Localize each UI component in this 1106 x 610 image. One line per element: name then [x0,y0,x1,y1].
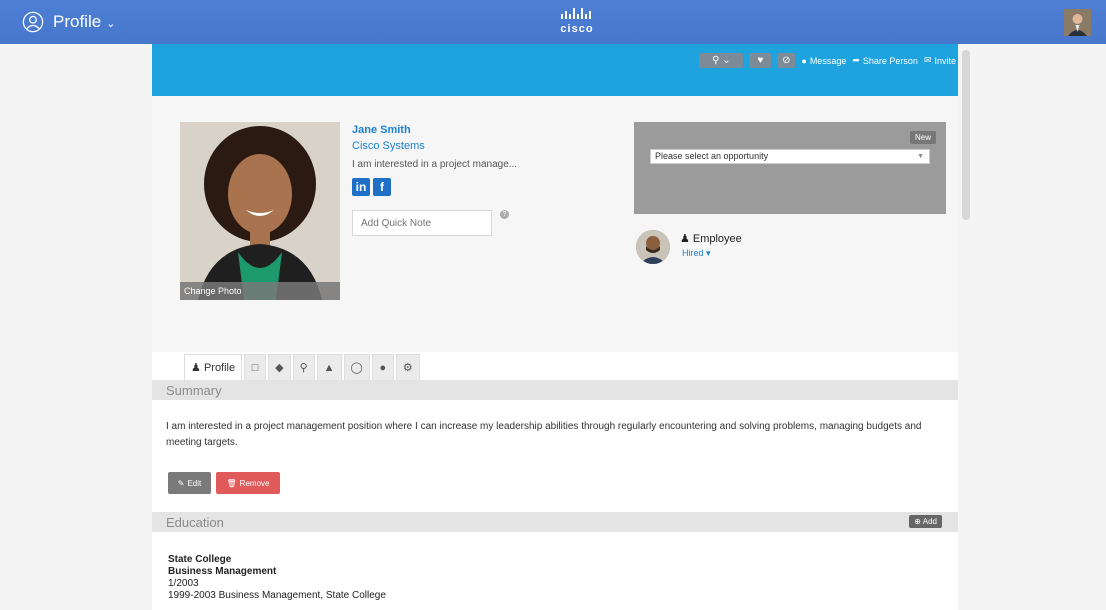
education-section-header: Education ⊕ Add [152,512,958,532]
tab-history[interactable]: ◯ [343,354,370,380]
tab-endorsements[interactable]: ▲ [316,354,342,380]
tab-pins[interactable]: ⚲ [292,354,315,380]
opportunity-select-value: Please select an opportunity [655,151,769,161]
summary-section-header: Summary [152,380,958,400]
hired-status-label: Hired [682,248,704,258]
opportunity-select[interactable]: Please select an opportunity ▼ [650,149,930,164]
social-links: in f [352,178,391,196]
profile-tabs: ♟ Profile □ ◆ ⚲ ▲ ◯ ● ⚙ [184,354,422,380]
person-headline: I am interested in a project manage... [352,159,518,170]
message-link[interactable]: ● Message [801,56,846,66]
cisco-logo-text: cisco [560,23,594,35]
profile-card: ⚲ ⌄ ♥ ⊘ ● Message ➦ Share Person ✉ Invit… [152,44,958,610]
summary-title: Summary [166,383,222,398]
edit-button[interactable]: ✎ Edit [168,472,211,494]
favorite-button[interactable]: ♥ [749,53,772,68]
clock-icon: ◯ [350,362,363,374]
top-bar: Profile ⌄ cisco [0,0,1106,44]
chevron-down-icon: ▼ [917,153,924,160]
user-circle-icon [22,11,44,33]
linkedin-icon[interactable]: in [352,178,370,196]
tab-settings[interactable]: ⚙ [395,354,420,380]
add-education-button[interactable]: ⊕ Add [909,515,942,528]
new-opportunity-button[interactable]: New [909,131,936,144]
share-person-link[interactable]: ➦ Share Person [852,55,918,66]
edit-label: Edit [187,478,202,488]
share-label: Share Person [862,55,918,66]
heart-icon: ♥ [757,55,764,66]
tag-icon: ◆ [275,362,284,374]
education-school: State College [168,554,232,565]
ban-icon: ⊘ [782,55,791,66]
invite-link[interactable]: ✉ Invite [924,55,956,66]
education-date: 1/2003 [168,578,199,589]
chevron-down-icon: ⌄ [722,55,731,66]
quick-note-input[interactable] [352,210,492,236]
tab-profile[interactable]: ♟ Profile [184,354,243,380]
hired-status-dropdown[interactable]: Hired ▾ [682,248,711,259]
pin-icon: ⚲ [712,55,720,66]
envelope-icon: ✉ [923,55,932,65]
tab-documents[interactable]: □ [244,354,267,380]
trash-icon: 🗑 [226,478,237,488]
education-title: Education [166,515,224,530]
comments-icon: ● [379,361,387,374]
education-entry: State College Business Management 1/2003… [168,554,386,602]
profile-photo-image [180,122,340,300]
facebook-icon[interactable]: f [373,178,391,196]
share-arrow-icon: ➦ [852,55,860,65]
cisco-bars-icon [561,8,591,19]
chevron-down-icon: ⌄ [106,17,116,30]
page-scrollbar[interactable] [962,50,970,220]
person-name[interactable]: Jane Smith [352,124,411,136]
user-icon: ♟ [191,362,201,374]
tab-profile-label: Profile [203,361,236,374]
remove-label: Remove [239,478,270,488]
cisco-logo: cisco [552,8,602,38]
profile-header: Change Photo Jane Smith Cisco Systems I … [152,96,958,352]
employee-type-label: Employee [692,232,742,245]
profile-header-band: ⚲ ⌄ ♥ ⊘ ● Message ➦ Share Person ✉ Invit… [152,44,958,96]
summary-text: I am interested in a project management … [166,421,922,448]
tab-comments[interactable]: ● [371,354,394,380]
left-margin [0,44,152,610]
action-bar: ⚲ ⌄ ♥ ⊘ ● Message ➦ Share Person ✉ Invit… [699,53,956,68]
pin-icon: ⚲ [299,362,308,374]
pencil-icon: ✎ [177,478,185,488]
gear-icon: ⚙ [402,362,413,374]
block-button[interactable]: ⊘ [777,53,796,68]
document-icon: □ [251,361,259,374]
add-label: Add [922,517,937,526]
plus-circle-icon: ⊕ [914,517,921,526]
help-icon[interactable]: ? [500,210,509,219]
employee-type: ♟ Employee [680,232,742,246]
education-detail: 1999-2003 Business Management, State Col… [168,590,386,601]
change-photo-caption[interactable]: Change Photo [180,282,340,300]
current-user-avatar[interactable] [1064,9,1091,36]
caret-down-icon: ▾ [706,248,711,258]
thumbs-up-icon: ▲ [323,361,335,374]
education-degree: Business Management [168,566,277,577]
user-icon: ♟ [680,233,690,245]
profile-menu-label: Profile [53,12,102,31]
right-margin [958,44,1106,610]
opportunity-panel: New Please select an opportunity ▼ [634,122,946,214]
invite-label: Invite [934,55,956,66]
profile-menu[interactable]: Profile ⌄ [22,10,115,34]
pin-dropdown-button[interactable]: ⚲ ⌄ [699,53,744,68]
tab-tags[interactable]: ◆ [268,354,291,380]
remove-button[interactable]: 🗑 Remove [216,472,280,494]
recruiter-avatar [636,230,670,264]
person-company[interactable]: Cisco Systems [352,140,425,152]
chat-bubble-icon: ● [801,55,807,66]
profile-photo[interactable]: Change Photo [180,122,340,300]
message-label: Message [809,55,847,66]
